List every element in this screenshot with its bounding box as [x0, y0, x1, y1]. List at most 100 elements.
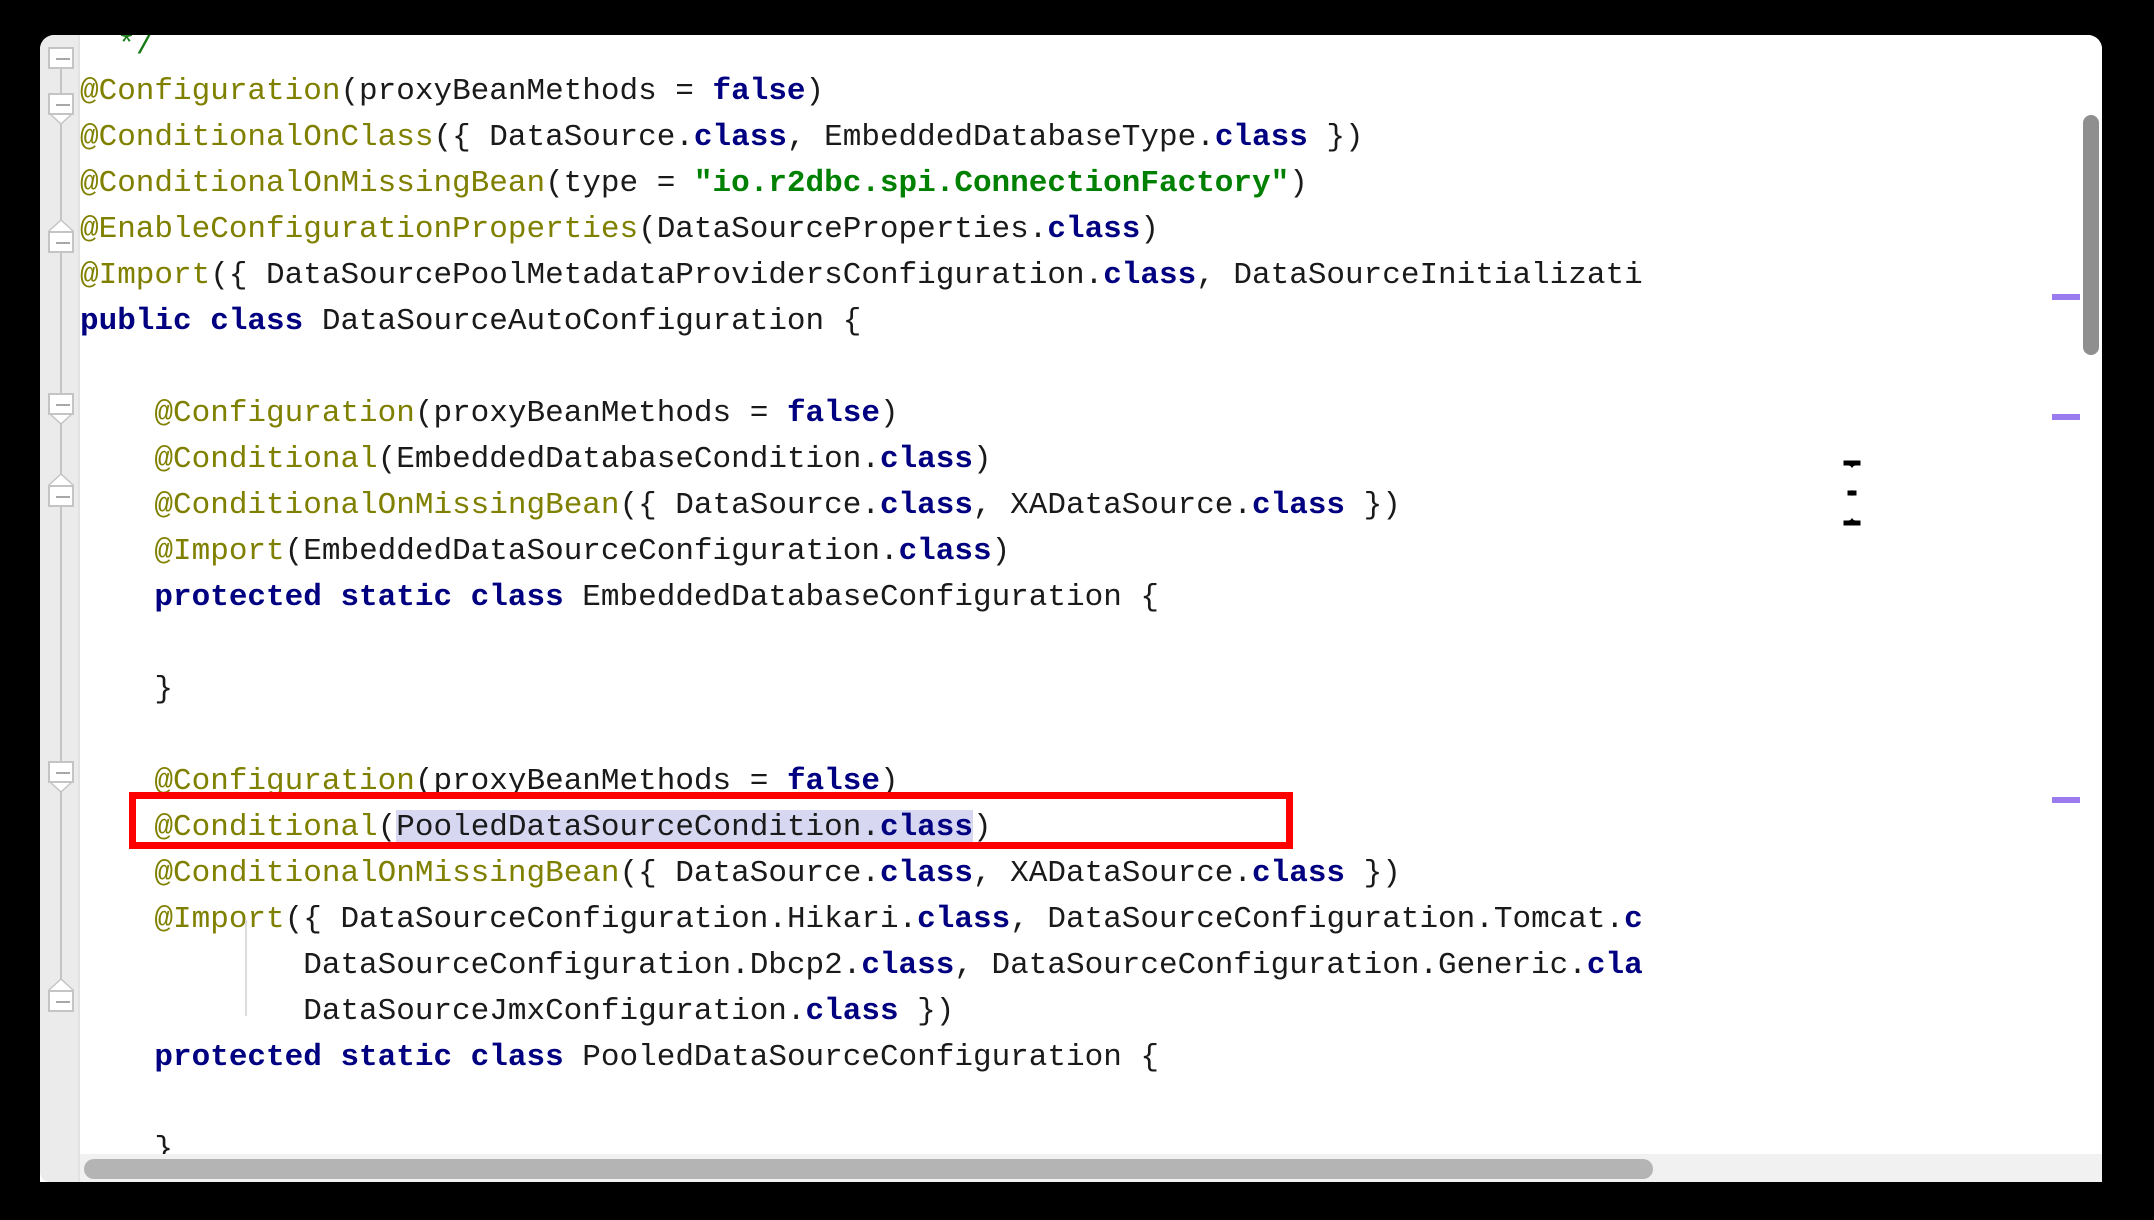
code-line[interactable]: @Import(EmbeddedDataSourceConfiguration.…	[80, 529, 1010, 575]
fold-marker-box	[48, 761, 74, 783]
code-token: class	[1214, 120, 1308, 155]
code-token: class	[1047, 212, 1141, 247]
code-token: (EmbeddedDatabaseCondition.	[377, 442, 880, 477]
code-line[interactable]: @ConditionalOnMissingBean(type = "io.r2d…	[80, 161, 1308, 207]
fold-marker-2[interactable]	[48, 219, 74, 253]
code-token: class	[879, 810, 973, 845]
code-token: )	[1289, 166, 1308, 201]
code-line[interactable]: protected static class EmbeddedDatabaseC…	[80, 575, 1159, 621]
code-line[interactable]: @EnableConfigurationProperties(DataSourc…	[80, 207, 1159, 253]
code-token: cla	[1586, 948, 1643, 983]
fold-marker-box	[48, 393, 74, 415]
code-token: (EmbeddedDataSourceConfiguration.	[284, 534, 899, 569]
margin-mark-1[interactable]	[2052, 414, 2080, 420]
fold-marker-box	[48, 231, 74, 253]
code-token: )	[805, 74, 825, 109]
minus-icon	[56, 772, 70, 774]
code-token: })	[1345, 488, 1401, 523]
code-token: }	[80, 672, 174, 707]
code-line[interactable]: }	[80, 667, 173, 713]
code-token: class	[1252, 856, 1346, 891]
fold-marker-3[interactable]	[48, 393, 74, 425]
code-token: class	[879, 856, 973, 891]
code-token: PooledDataSourceConfiguration {	[563, 1040, 1159, 1075]
code-line[interactable]: DataSourceConfiguration.Dbcp2.class, Dat…	[80, 943, 1643, 989]
code-token: @Import	[80, 258, 211, 293]
code-token: ({ DataSourcePoolMetadataProvidersConfig…	[210, 258, 1104, 293]
code-token: class	[861, 948, 955, 983]
code-token: protected static class	[154, 1040, 564, 1075]
code-line[interactable]: @Import({ DataSourcePoolMetadataProvider…	[80, 253, 1643, 299]
minus-icon	[56, 104, 70, 106]
fold-marker-4[interactable]	[48, 473, 74, 507]
code-token: , DataSourceConfiguration.Generic.	[954, 948, 1587, 983]
fold-marker-0[interactable]	[48, 47, 74, 69]
horizontal-scrollbar-track[interactable]	[80, 1154, 2102, 1182]
code-token: @EnableConfigurationProperties	[80, 212, 639, 247]
code-text-area[interactable]: */@Configuration(proxyBeanMethods = fals…	[80, 35, 2102, 1182]
code-line[interactable]: public class DataSourceAutoConfiguration…	[80, 299, 861, 345]
code-token: ({ DataSourceConfiguration.Hikari.	[284, 902, 918, 937]
minus-icon	[56, 404, 70, 406]
code-line[interactable]: @ConditionalOnClass({ DataSource.class, …	[80, 115, 1364, 161]
code-token: false	[786, 764, 880, 799]
fold-marker-tip-inner	[50, 980, 72, 990]
code-line[interactable]: @ConditionalOnMissingBean({ DataSource.c…	[80, 483, 1401, 529]
code-line[interactable]: protected static class PooledDataSourceC…	[80, 1035, 1159, 1081]
fold-connector-line	[60, 69, 62, 990]
code-editor-window: */@Configuration(proxyBeanMethods = fals…	[40, 35, 2102, 1182]
code-token: @ConditionalOnMissingBean	[154, 856, 620, 891]
code-line[interactable]: @Conditional(PooledDataSourceCondition.c…	[80, 805, 992, 851]
code-token: DataSourceAutoConfiguration {	[303, 304, 862, 339]
code-token: c	[1624, 902, 1643, 937]
code-line[interactable]: @Configuration(proxyBeanMethods = false)	[80, 391, 898, 437]
fold-marker-5[interactable]	[48, 761, 74, 793]
fold-marker-tip-inner	[50, 221, 72, 231]
fold-marker-6[interactable]	[48, 978, 74, 1012]
code-line[interactable]: @Import({ DataSourceConfiguration.Hikari…	[80, 897, 1643, 943]
code-token: (	[377, 810, 397, 845]
code-token: DataSourceJmxConfiguration.	[80, 994, 806, 1029]
minus-icon	[56, 496, 70, 498]
code-token: false	[786, 396, 880, 431]
code-token: @Import	[154, 534, 285, 569]
minus-icon	[56, 242, 70, 244]
code-line[interactable]: @Conditional(EmbeddedDatabaseCondition.c…	[80, 437, 991, 483]
code-token: (proxyBeanMethods =	[414, 396, 787, 431]
code-token: @Configuration	[154, 764, 415, 799]
margin-mark-2[interactable]	[2052, 797, 2080, 803]
code-token: )	[972, 810, 992, 845]
code-token: , DataSourceConfiguration.Tomcat.	[1010, 902, 1625, 937]
code-token: })	[1307, 120, 1364, 155]
code-token: @Conditional	[154, 442, 378, 477]
fold-marker-1[interactable]	[48, 93, 74, 125]
code-token: false	[712, 74, 806, 109]
code-token: , EmbeddedDatabaseType.	[786, 120, 1215, 155]
code-token: class	[917, 902, 1011, 937]
code-line[interactable]: @Configuration(proxyBeanMethods = false)	[80, 759, 898, 805]
minus-icon	[56, 1001, 70, 1003]
vertical-scrollbar-track[interactable]	[2080, 35, 2102, 1182]
code-token: public class	[80, 304, 304, 339]
code-line[interactable]: @Configuration(proxyBeanMethods = false)	[80, 69, 824, 115]
code-token: ({ DataSource.	[433, 120, 694, 155]
code-line[interactable]: */	[80, 35, 154, 69]
code-token: "io.r2dbc.spi.ConnectionFactory"	[693, 166, 1290, 201]
vertical-scrollbar-thumb[interactable]	[2083, 115, 2099, 355]
margin-mark-0[interactable]	[2052, 294, 2080, 300]
code-folding-gutter[interactable]	[40, 35, 78, 1182]
code-line[interactable]: @ConditionalOnMissingBean({ DataSource.c…	[80, 851, 1400, 897]
indent-guide-0	[245, 920, 247, 1016]
code-token: class	[1103, 258, 1197, 293]
horizontal-scrollbar-thumb[interactable]	[84, 1159, 1654, 1179]
code-token: protected static class	[154, 580, 564, 615]
code-line[interactable]: DataSourceJmxConfiguration.class })	[80, 989, 954, 1035]
code-token: )	[1140, 212, 1159, 247]
